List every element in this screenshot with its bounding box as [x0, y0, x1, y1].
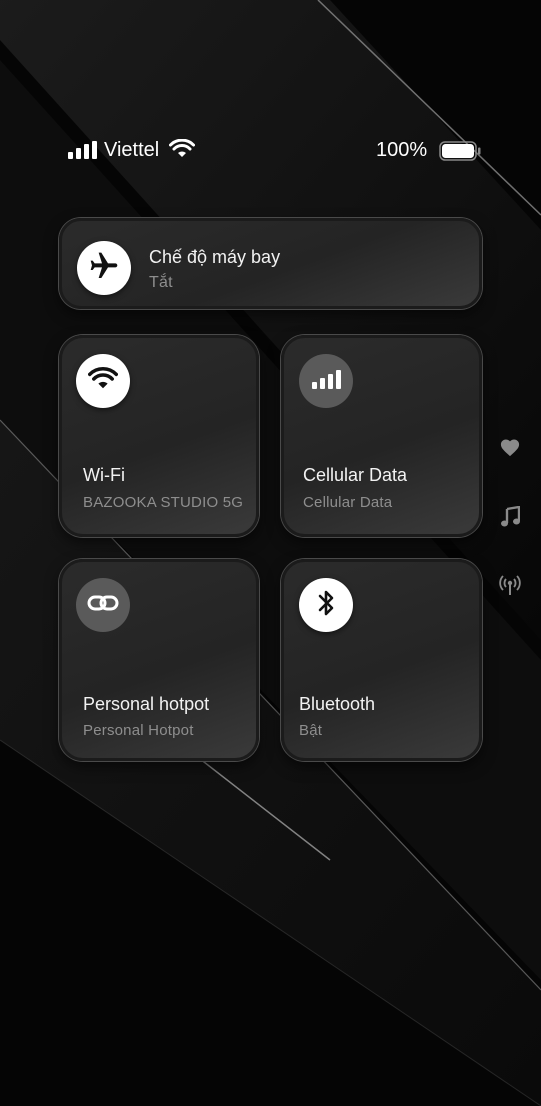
airplane-mode-status: Tắt	[149, 274, 173, 291]
personal-hotspot-toggle-button[interactable]	[76, 578, 130, 632]
airplane-mode-button[interactable]	[77, 241, 131, 295]
cellular-data-subtitle: Cellular Data	[303, 494, 393, 511]
wifi-tile[interactable]: Wi-Fi BAZOOKA STUDIO 5G	[59, 335, 259, 537]
bluetooth-toggle-button[interactable]	[299, 578, 353, 632]
bluetooth-tile[interactable]: Bluetooth Bật	[281, 559, 482, 761]
airplane-mode-toggle[interactable]: Chế độ máy bay Tắt	[59, 218, 482, 309]
cellular-data-toggle-button[interactable]	[299, 354, 353, 408]
link-icon	[87, 593, 119, 618]
bluetooth-title: Bluetooth	[299, 694, 376, 714]
bluetooth-icon	[315, 588, 337, 623]
music-note-icon	[498, 505, 522, 529]
battery-percent: 100%	[376, 139, 428, 161]
airplane-mode-title: Chế độ máy bay	[149, 247, 281, 267]
battery-icon	[439, 141, 483, 166]
personal-hotspot-tile[interactable]: Personal hotpot Personal Hotpot	[59, 559, 259, 761]
carrier-name: Viettel	[104, 139, 160, 161]
wifi-toggle-button[interactable]	[76, 354, 130, 408]
cellular-data-title: Cellular Data	[303, 465, 408, 485]
wifi-title: Wi-Fi	[83, 465, 125, 485]
heart-icon	[498, 435, 522, 459]
cellular-signal-icon	[68, 141, 98, 159]
wifi-icon	[169, 138, 195, 164]
cellular-data-tile[interactable]: Cellular Data Cellular Data	[281, 335, 482, 537]
status-bar: Viettel 100%	[0, 138, 541, 164]
airplane-icon	[88, 250, 120, 287]
wifi-network-name: BAZOOKA STUDIO 5G	[83, 494, 244, 511]
broadcast-icon	[498, 573, 522, 597]
bluetooth-status: Bật	[299, 722, 323, 739]
cellular-bars-icon	[311, 369, 341, 394]
personal-hotspot-subtitle: Personal Hotpot	[83, 722, 194, 739]
personal-hotspot-title: Personal hotpot	[83, 694, 210, 714]
wifi-icon	[88, 366, 118, 396]
